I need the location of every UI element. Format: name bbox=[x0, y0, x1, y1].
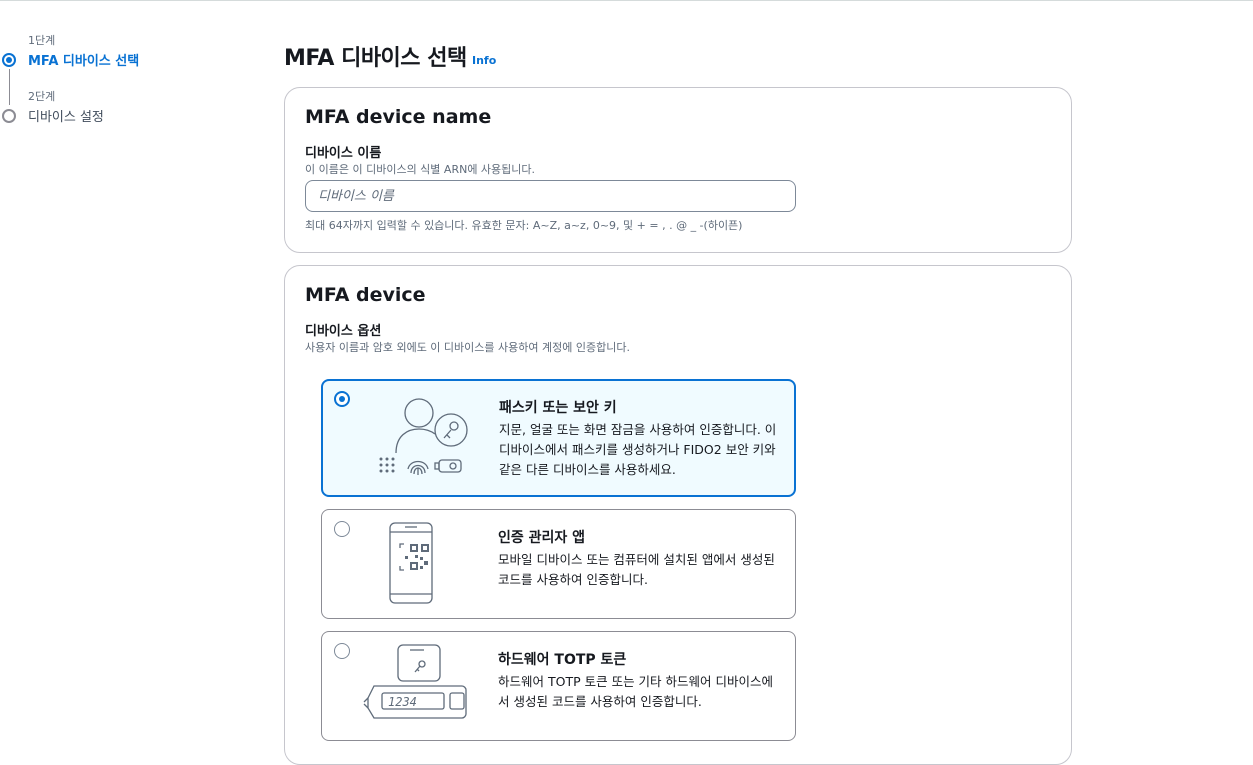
device-options-panel: MFA device 디바이스 옵션 사용자 이름과 암호 외에도 이 디바이스… bbox=[284, 265, 1072, 765]
panel-title: MFA device name bbox=[305, 106, 492, 128]
info-link[interactable]: Info bbox=[472, 54, 496, 67]
option-hardware-totp-token[interactable]: 1234 하드웨어 TOTP 토큰 하드웨어 TOTP 토큰 또는 기타 하드웨… bbox=[321, 631, 796, 741]
passkey-illustration-icon bbox=[379, 398, 468, 475]
option-description: 지문, 얼굴 또는 화면 잠금을 사용하여 인증합니다. 이 디바이스에서 패스… bbox=[499, 422, 777, 477]
option-description: 하드웨어 TOTP 토큰 또는 기타 하드웨어 디바이스에서 생성된 코드를 사… bbox=[498, 674, 773, 709]
token-display-text: 1234 bbox=[388, 695, 417, 709]
step-1[interactable]: 1단계 MFA 디바이스 선택 bbox=[0, 30, 250, 105]
step-label: MFA 디바이스 선택 bbox=[28, 54, 140, 69]
step-inactive-indicator-icon bbox=[2, 109, 16, 123]
option-authenticator-app[interactable]: 인증 관리자 앱 모바일 디바이스 또는 컴퓨터에 설치된 앱에서 생성된 코드… bbox=[321, 509, 796, 619]
field-label: 디바이스 이름 bbox=[305, 146, 382, 161]
authenticator-app-illustration-icon bbox=[389, 522, 433, 604]
radio-button[interactable] bbox=[334, 521, 350, 537]
step-number: 2단계 bbox=[28, 90, 56, 103]
radio-button-selected[interactable] bbox=[334, 391, 350, 407]
step-2[interactable]: 2단계 디바이스 설정 bbox=[0, 86, 250, 142]
field-constraint-text: 최대 64자까지 입력할 수 있습니다. 유효한 문자: A~Z, a~z, 0… bbox=[305, 219, 743, 232]
device-name-input[interactable] bbox=[305, 180, 796, 212]
step-label: 디바이스 설정 bbox=[28, 110, 104, 125]
panel-title: MFA device bbox=[305, 284, 426, 306]
wizard-stepper: 1단계 MFA 디바이스 선택 2단계 디바이스 설정 bbox=[0, 30, 250, 142]
page-title: MFA 디바이스 선택 bbox=[284, 46, 467, 71]
option-description: 모바일 디바이스 또는 컴퓨터에 설치된 앱에서 생성된 코드를 사용하여 인증… bbox=[498, 552, 775, 587]
option-title: 패스키 또는 보안 키 bbox=[499, 400, 617, 416]
option-passkey[interactable]: 패스키 또는 보안 키 지문, 얼굴 또는 화면 잠금을 사용하여 인증합니다.… bbox=[321, 379, 796, 497]
field-label: 디바이스 옵션 bbox=[305, 324, 382, 339]
field-description: 사용자 이름과 암호 외에도 이 디바이스를 사용하여 계정에 인증합니다. bbox=[305, 341, 630, 354]
device-name-panel: MFA device name 디바이스 이름 이 이름은 이 디바이스의 식별… bbox=[284, 87, 1072, 253]
option-title: 하드웨어 TOTP 토큰 bbox=[498, 652, 627, 668]
option-title: 인증 관리자 앱 bbox=[498, 530, 586, 546]
step-active-indicator-icon bbox=[2, 53, 16, 67]
step-number: 1단계 bbox=[28, 34, 56, 47]
radio-button[interactable] bbox=[334, 643, 350, 659]
top-divider bbox=[0, 0, 1253, 1]
field-description: 이 이름은 이 디바이스의 식별 ARN에 사용됩니다. bbox=[305, 163, 536, 176]
hardware-token-illustration-icon: 1234 bbox=[363, 644, 467, 719]
